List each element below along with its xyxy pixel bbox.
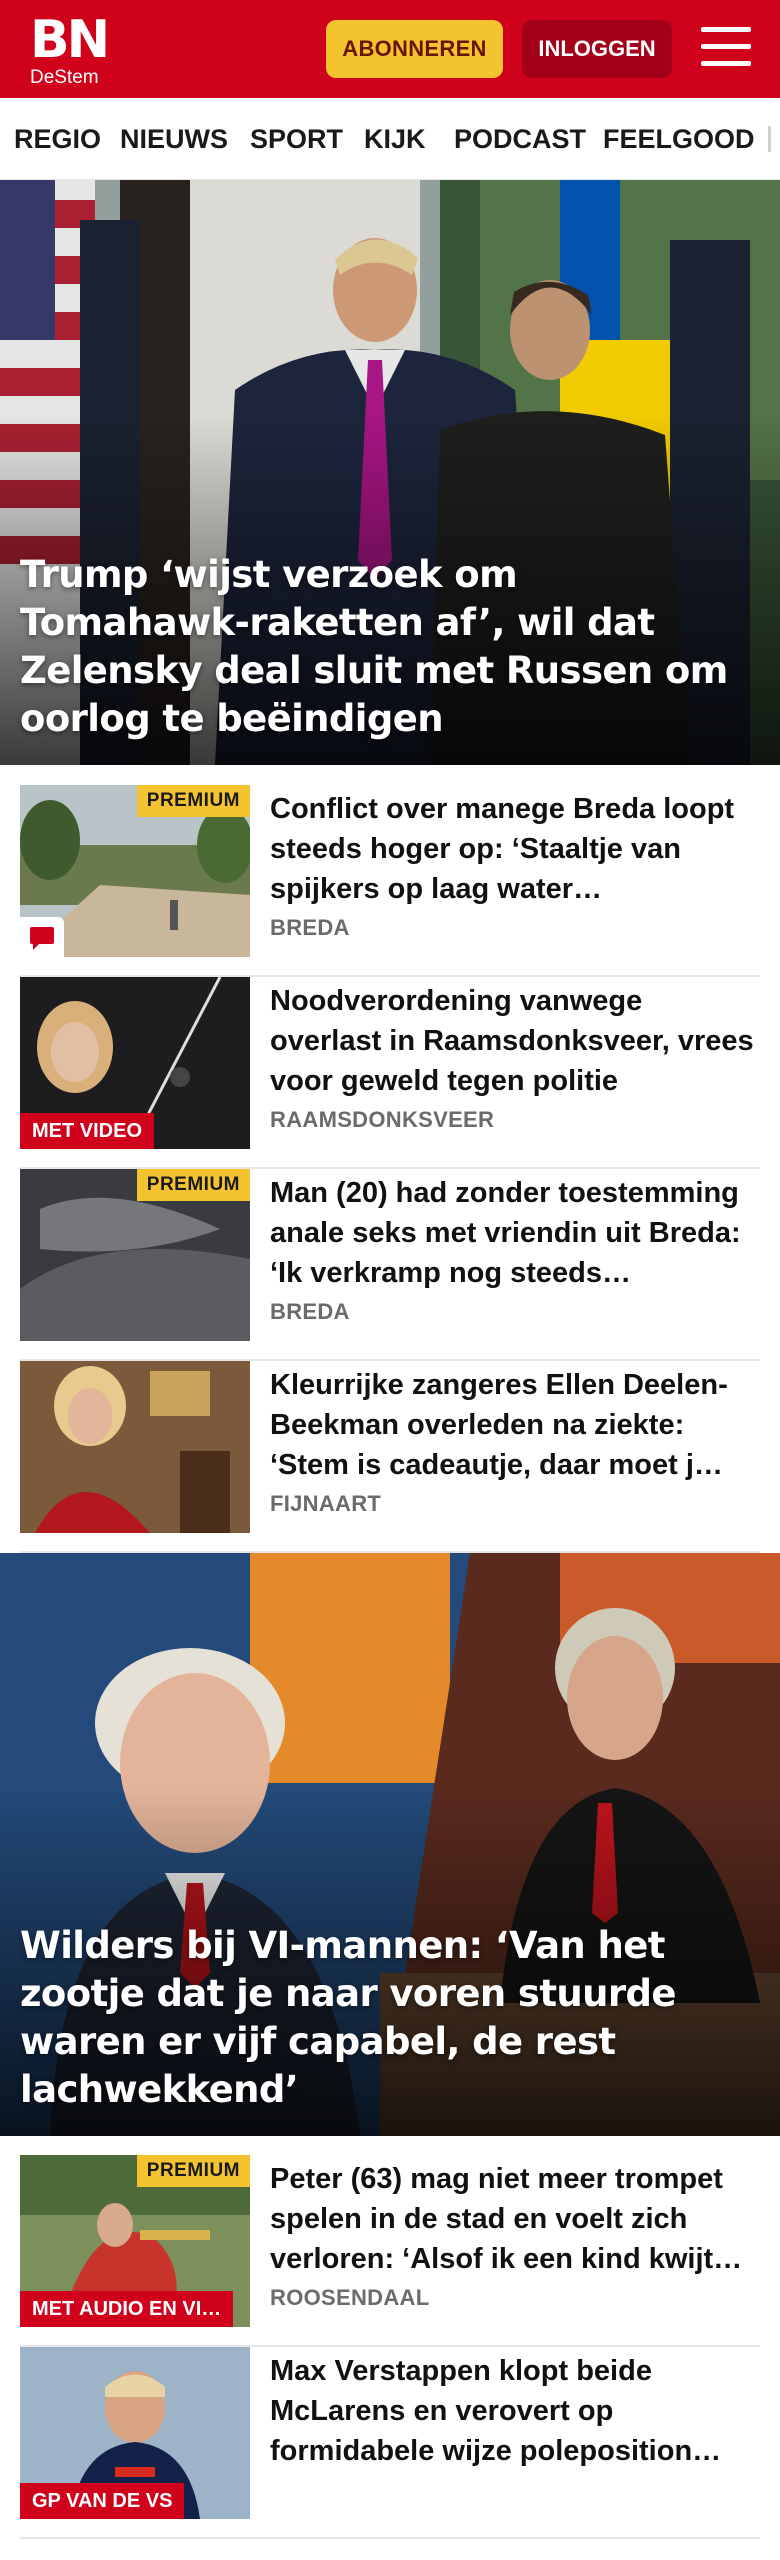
article-location: BREDA bbox=[270, 1299, 350, 1324]
nav-item-nieuws[interactable]: NIEUWS bbox=[120, 98, 228, 179]
article-thumbnail: GP VAN DE VS bbox=[20, 2347, 250, 2519]
gp-label: GP VAN DE VS bbox=[20, 2483, 185, 2519]
hero-article-wilders[interactable]: Wilders bij VI-mannen: ‘Van het zootje d… bbox=[0, 1553, 780, 2136]
list-item[interactable]: PREMIUM Man (20) had zonder toestem­ming… bbox=[20, 1169, 760, 1361]
article-location: RAAMSDONKSVEER bbox=[270, 1107, 495, 1132]
article-thumbnail bbox=[20, 1361, 250, 1533]
article-headline[interactable]: Noodverordening vanwege overlast in Raam… bbox=[270, 981, 760, 1101]
article-headline[interactable]: Man (20) had zonder toestem­ming anale s… bbox=[270, 1173, 760, 1293]
list-item[interactable]: Kleurrijke zangeres Ellen Deelen-Beekman… bbox=[20, 1361, 760, 1553]
hamburger-menu-icon[interactable] bbox=[701, 27, 751, 69]
article-headline[interactable]: Max Verstappen klopt beide McLarens en v… bbox=[270, 2351, 760, 2471]
top-header-bar: BN DeStem ABONNEREN INLOGGEN bbox=[0, 0, 780, 98]
list-item[interactable]: PREMIUM MET AUDIO EN VI… Peter (63) mag … bbox=[20, 2155, 760, 2347]
nav-item-podcast[interactable]: PODCAST bbox=[454, 98, 586, 179]
nav-item-kijk[interactable]: KIJK bbox=[364, 98, 426, 179]
video-label: MET VIDEO bbox=[20, 1113, 155, 1149]
logo-destem: DeStem bbox=[30, 67, 99, 88]
premium-badge: PREMIUM bbox=[136, 1169, 250, 1201]
hero-title[interactable]: Trump ‘wijst verzoek om Tomahawk-rakette… bbox=[20, 551, 756, 743]
brand-logo[interactable]: BN DeStem bbox=[30, 10, 110, 88]
article-thumbnail: MET VIDEO bbox=[20, 977, 250, 1149]
premium-badge: PREMIUM bbox=[136, 2155, 250, 2187]
subscribe-button[interactable]: ABONNEREN bbox=[326, 20, 503, 78]
article-location: FIJNAART bbox=[270, 1491, 382, 1516]
hero-title[interactable]: Wilders bij VI-mannen: ‘Van het zootje d… bbox=[20, 1922, 756, 2114]
section-nav: REGIO NIEUWS SPORT KIJK PODCAST FEELGOOD bbox=[0, 98, 780, 180]
comment-icon bbox=[20, 917, 64, 957]
nav-overflow-divider bbox=[768, 126, 771, 152]
login-button[interactable]: INLOGGEN bbox=[522, 20, 672, 78]
list-item[interactable]: PREMIUM Conflict over manege Breda loopt… bbox=[20, 785, 760, 977]
list-item[interactable]: MET VIDEO Noodverordening vanwege overla… bbox=[20, 977, 760, 1169]
article-location: BREDA bbox=[270, 915, 350, 940]
article-thumbnail: PREMIUM MET AUDIO EN VI… bbox=[20, 2155, 250, 2327]
list-item[interactable]: GP VAN DE VS Max Verstappen klopt beide … bbox=[20, 2347, 760, 2539]
audio-video-label: MET AUDIO EN VI… bbox=[20, 2291, 234, 2327]
nav-item-sport[interactable]: SPORT bbox=[250, 98, 343, 179]
premium-badge: PREMIUM bbox=[136, 785, 250, 817]
hero-article-trump[interactable]: Trump ‘wijst verzoek om Tomahawk-rakette… bbox=[0, 180, 780, 765]
nav-item-feelgood[interactable]: FEELGOOD bbox=[603, 98, 755, 179]
article-headline[interactable]: Kleurrijke zangeres Ellen Deelen-Beekman… bbox=[270, 1365, 760, 1485]
logo-bn: BN bbox=[30, 10, 110, 70]
article-thumbnail: PREMIUM bbox=[20, 785, 250, 957]
article-thumbnail: PREMIUM bbox=[20, 1169, 250, 1341]
article-location: ROOSENDAAL bbox=[270, 2285, 430, 2310]
nav-item-regio[interactable]: REGIO bbox=[14, 98, 101, 179]
article-headline[interactable]: Conflict over manege Breda loopt steeds … bbox=[270, 789, 760, 909]
article-headline[interactable]: Peter (63) mag niet meer trompet spelen … bbox=[270, 2159, 760, 2279]
